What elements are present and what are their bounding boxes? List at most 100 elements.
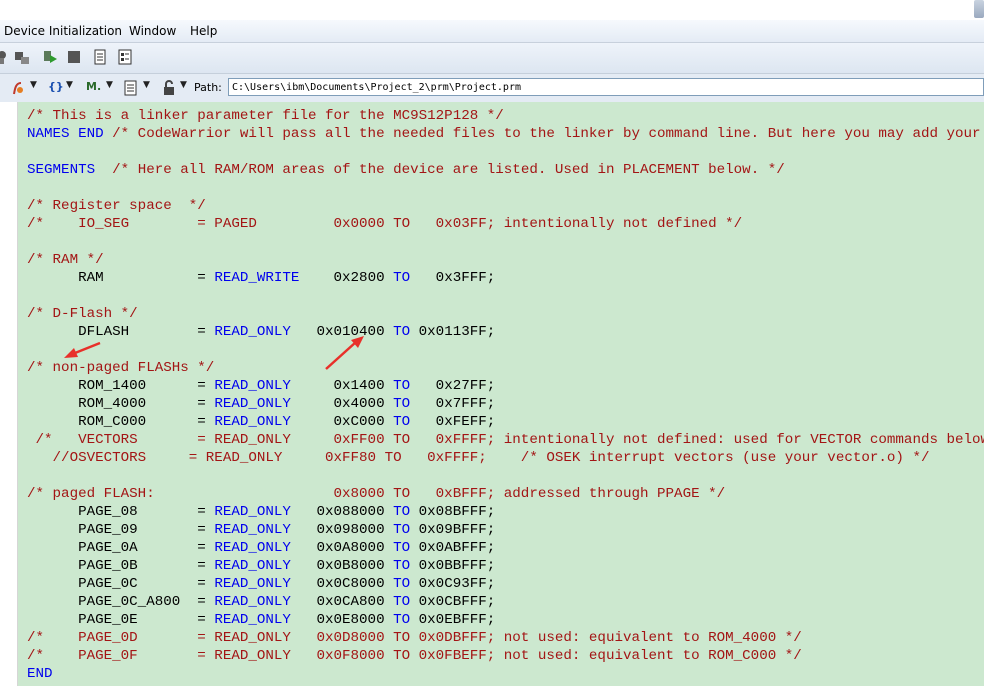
code-text-segment: PAGE_0C =: [27, 576, 215, 592]
markers-dropdown-icon[interactable]: ▼: [106, 80, 113, 96]
markers-button[interactable]: M.: [86, 80, 101, 96]
code-editor[interactable]: /* This is a linker parameter file for t…: [18, 102, 984, 686]
code-keyword: TO: [393, 396, 411, 412]
debug-icon[interactable]: [0, 49, 10, 65]
code-line[interactable]: /* PAGE_0D = READ_ONLY 0x0D8000 TO 0x0DB…: [27, 629, 984, 647]
code-text-segment: ROM_1400 =: [27, 378, 215, 394]
functions-icon[interactable]: [10, 80, 26, 96]
code-text-segment: ROM_4000 =: [27, 396, 215, 412]
code-text-segment: 0x010400: [290, 324, 394, 340]
code-line[interactable]: PAGE_0B = READ_ONLY 0x0B8000 TO 0x0BBFFF…: [27, 557, 984, 575]
code-line[interactable]: ROM_4000 = READ_ONLY 0x4000 TO 0x7FFF;: [27, 395, 984, 413]
code-keyword: TO: [393, 504, 411, 520]
code-line[interactable]: /* D-Flash */: [27, 305, 984, 323]
code-line[interactable]: /* Register space */: [27, 197, 984, 215]
code-text-segment: 0x088000: [290, 504, 394, 520]
code-text-segment: 0x098000: [290, 522, 394, 538]
code-comment: /* Here all RAM/ROM areas of the device …: [112, 162, 785, 178]
lock-dropdown-icon[interactable]: ▼: [180, 80, 187, 96]
code-keyword: TO: [393, 576, 411, 592]
code-line[interactable]: /* paged FLASH: 0x8000 TO 0xBFFF; addres…: [27, 485, 984, 503]
code-keyword: SEGMENTS: [27, 162, 96, 178]
code-keyword: READ_ONLY: [214, 522, 291, 538]
path-field[interactable]: [228, 78, 984, 96]
code-line[interactable]: /* IO_SEG = PAGED 0x0000 TO 0x03FF; inte…: [27, 215, 984, 233]
project-list-icon[interactable]: [117, 49, 133, 65]
code-keyword: TO: [393, 378, 411, 394]
code-line[interactable]: ROM_1400 = READ_ONLY 0x1400 TO 0x27FF;: [27, 377, 984, 395]
code-line[interactable]: SEGMENTS /* Here all RAM/ROM areas of th…: [27, 161, 984, 179]
window-control-button[interactable]: [974, 0, 984, 18]
code-comment: /* VECTORS = READ_ONLY 0xFF00 TO 0xFFFF;…: [27, 432, 984, 448]
code-line[interactable]: END: [27, 665, 984, 683]
braces-dropdown-icon[interactable]: ▼: [66, 80, 73, 96]
file-icon[interactable]: [124, 80, 138, 96]
code-line[interactable]: NAMES END /* CodeWarrior will pass all t…: [27, 125, 984, 143]
braces-button[interactable]: {}: [48, 80, 64, 96]
code-line[interactable]: [27, 467, 984, 485]
code-keyword: READ_ONLY: [214, 504, 291, 520]
code-line[interactable]: PAGE_09 = READ_ONLY 0x098000 TO 0x09BFFF…: [27, 521, 984, 539]
code-text-segment: 0x0CBFFF;: [410, 594, 496, 610]
code-line[interactable]: RAM = READ_WRITE 0x2800 TO 0x3FFF;: [27, 269, 984, 287]
functions-dropdown-icon[interactable]: ▼: [30, 80, 37, 96]
code-keyword: READ_ONLY: [214, 612, 291, 628]
code-line[interactable]: PAGE_08 = READ_ONLY 0x088000 TO 0x08BFFF…: [27, 503, 984, 521]
code-line[interactable]: ROM_C000 = READ_ONLY 0xC000 TO 0xFEFF;: [27, 413, 984, 431]
code-comment: /* PAGE_0D = READ_ONLY 0x0D8000 TO 0x0DB…: [27, 630, 802, 646]
code-text[interactable]: /* This is a linker parameter file for t…: [18, 107, 984, 683]
code-text-segment: 0x0C8000: [290, 576, 394, 592]
lock-icon[interactable]: [162, 80, 176, 96]
menu-bar: Device Initialization Window Help: [0, 20, 984, 43]
menu-help[interactable]: Help: [190, 24, 217, 38]
code-line[interactable]: [27, 143, 984, 161]
menu-window[interactable]: Window: [129, 24, 176, 38]
code-keyword: TO: [393, 270, 411, 286]
code-text-segment: PAGE_0A =: [27, 540, 215, 556]
window-title-strip: [0, 0, 984, 20]
code-line[interactable]: /* This is a linker parameter file for t…: [27, 107, 984, 125]
code-text-segment: DFLASH =: [27, 324, 215, 340]
code-line[interactable]: PAGE_0E = READ_ONLY 0x0E8000 TO 0x0EBFFF…: [27, 611, 984, 629]
code-keyword: READ_ONLY: [214, 540, 291, 556]
code-line[interactable]: DFLASH = READ_ONLY 0x010400 TO 0x0113FF;: [27, 323, 984, 341]
code-text-segment: PAGE_0C_A800 =: [27, 594, 215, 610]
code-keyword: TO: [393, 612, 411, 628]
code-text-segment: 0x0B8000: [290, 558, 394, 574]
editor-gutter: [0, 102, 18, 686]
code-line[interactable]: /* PAGE_0F = READ_ONLY 0x0F8000 TO 0x0FB…: [27, 647, 984, 665]
code-line[interactable]: PAGE_0C = READ_ONLY 0x0C8000 TO 0x0C93FF…: [27, 575, 984, 593]
menu-device-initialization[interactable]: Device Initialization: [4, 24, 122, 38]
code-text-segment: 0x0A8000: [290, 540, 394, 556]
code-text-segment: PAGE_08 =: [27, 504, 215, 520]
code-comment: /* Register space */: [27, 198, 206, 214]
code-keyword: READ_ONLY: [214, 594, 291, 610]
code-keyword: TO: [393, 414, 411, 430]
code-line[interactable]: /* non-paged FLASHs */: [27, 359, 984, 377]
document-icon[interactable]: [92, 49, 108, 65]
code-text-segment: ROM_C000 =: [27, 414, 215, 430]
code-line[interactable]: [27, 233, 984, 251]
stop-icon[interactable]: [66, 49, 82, 65]
code-comment: /* paged FLASH: 0x8000 TO 0xBFFF; addres…: [27, 486, 726, 502]
connect-icon[interactable]: [14, 49, 30, 65]
code-line[interactable]: /* RAM */: [27, 251, 984, 269]
code-keyword: READ_ONLY: [214, 576, 291, 592]
code-line[interactable]: [27, 287, 984, 305]
code-keyword: TO: [393, 522, 411, 538]
code-line[interactable]: [27, 179, 984, 197]
file-dropdown-icon[interactable]: ▼: [143, 80, 150, 96]
code-line[interactable]: /* VECTORS = READ_ONLY 0xFF00 TO 0xFFFF;…: [27, 431, 984, 449]
code-line[interactable]: PAGE_0C_A800 = READ_ONLY 0x0CA800 TO 0x0…: [27, 593, 984, 611]
code-line[interactable]: //OSVECTORS = READ_ONLY 0xFF80 TO 0xFFFF…: [27, 449, 984, 467]
code-text-segment: 0xC000: [290, 414, 394, 430]
code-comment: /* This is a linker parameter file for t…: [27, 108, 504, 124]
run-icon[interactable]: [42, 49, 58, 65]
code-text-segment: 0x2800: [299, 270, 394, 286]
code-text-segment: 0x0C93FF;: [410, 576, 496, 592]
code-keyword: TO: [393, 558, 411, 574]
code-text-segment: 0x0EBFFF;: [410, 612, 496, 628]
code-line[interactable]: PAGE_0A = READ_ONLY 0x0A8000 TO 0x0ABFFF…: [27, 539, 984, 557]
code-line[interactable]: [27, 341, 984, 359]
code-text-segment: [104, 126, 113, 142]
